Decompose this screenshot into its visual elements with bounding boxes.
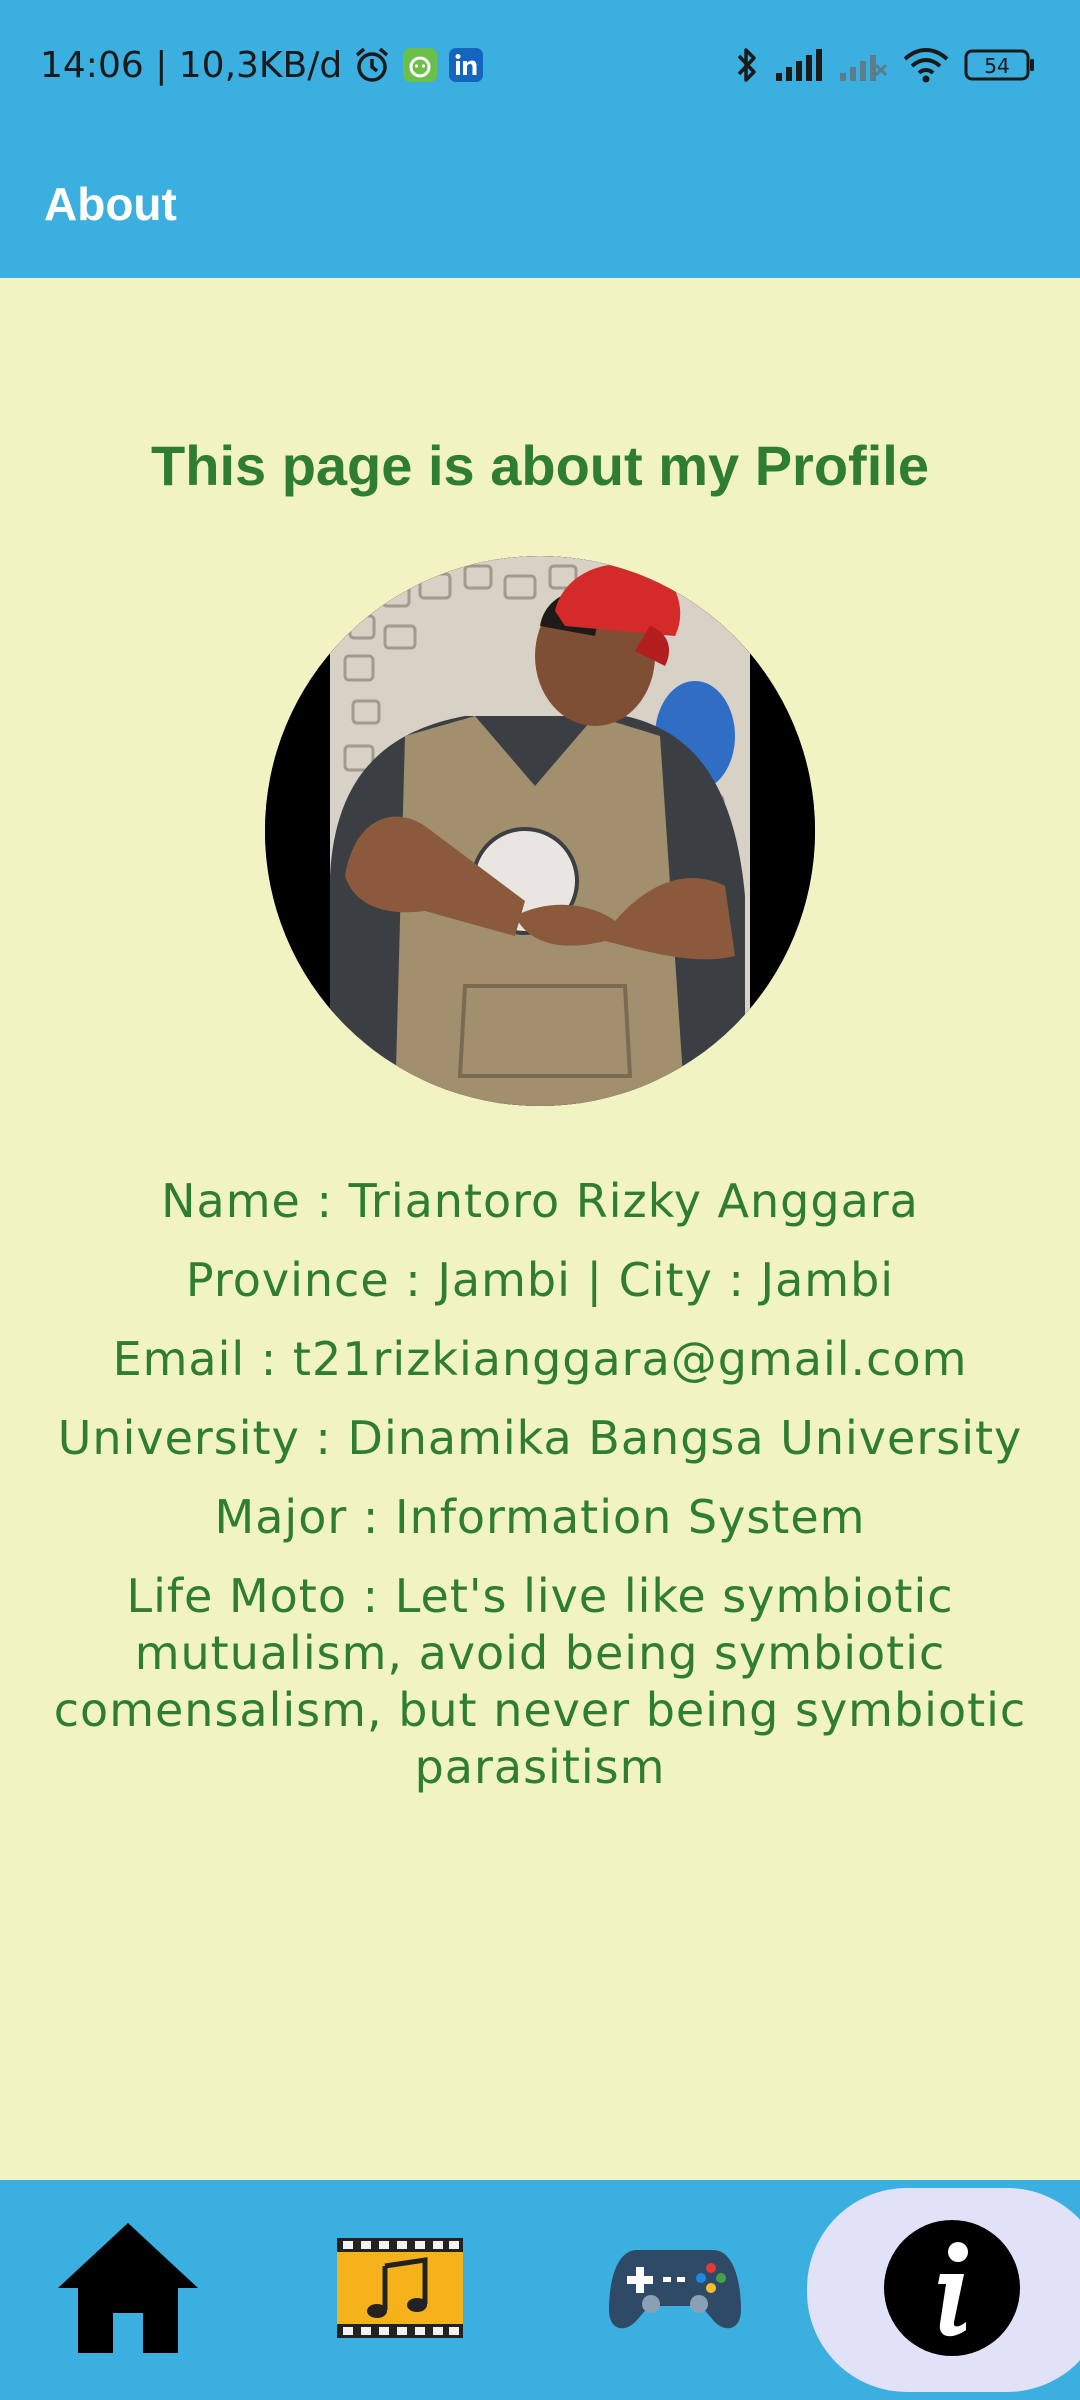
battery-icon: 54 bbox=[964, 47, 1036, 83]
home-icon bbox=[53, 2218, 203, 2363]
nav-about[interactable] bbox=[852, 2180, 1052, 2400]
status-bar: 14:06 | 10,3KB/d 54 bbox=[0, 0, 1080, 130]
profile-name: Name : Triantoro Rizky Anggara bbox=[161, 1174, 919, 1228]
profile-avatar bbox=[265, 556, 815, 1106]
battery-level: 54 bbox=[984, 54, 1009, 78]
nav-game[interactable] bbox=[575, 2180, 775, 2400]
signal-icon bbox=[774, 47, 824, 83]
bottom-navigation bbox=[0, 2180, 1080, 2400]
info-icon bbox=[882, 2218, 1022, 2363]
alarm-icon bbox=[352, 45, 392, 85]
bluetooth-icon bbox=[734, 45, 760, 85]
gamepad-icon bbox=[607, 2240, 743, 2341]
nav-home[interactable] bbox=[28, 2180, 228, 2400]
music-film-icon bbox=[335, 2236, 465, 2345]
nav-music[interactable] bbox=[300, 2180, 500, 2400]
linkedin-icon bbox=[448, 47, 484, 83]
profile-life-moto: Life Moto : Let's live like symbiotic mu… bbox=[53, 1569, 1027, 1794]
status-time-speed: 14:06 | 10,3KB/d bbox=[40, 44, 343, 86]
wifi-icon bbox=[902, 46, 950, 84]
profile-major: Major : Information System bbox=[214, 1490, 866, 1544]
about-content: This page is about my Profile Name: Tri… bbox=[0, 278, 1080, 2178]
status-left: 14:06 | 10,3KB/d bbox=[40, 45, 484, 86]
profile-email: Email : t21rizkianggara@gmail.com bbox=[112, 1332, 968, 1386]
profile-university: University : Dinamika Bangsa University bbox=[57, 1411, 1023, 1465]
android-app-icon bbox=[402, 47, 438, 83]
app-bar: About bbox=[0, 130, 1080, 278]
profile-heading: This page is about my Profile bbox=[151, 434, 929, 497]
status-right: 54 bbox=[734, 45, 1036, 85]
page-title: About bbox=[44, 178, 177, 230]
signal-off-icon bbox=[838, 47, 888, 83]
profile-info: Name : Triantoro Rizky Anggara Province … bbox=[20, 1173, 1060, 1818]
profile-location: Province : Jambi | City : Jambi bbox=[185, 1253, 895, 1307]
